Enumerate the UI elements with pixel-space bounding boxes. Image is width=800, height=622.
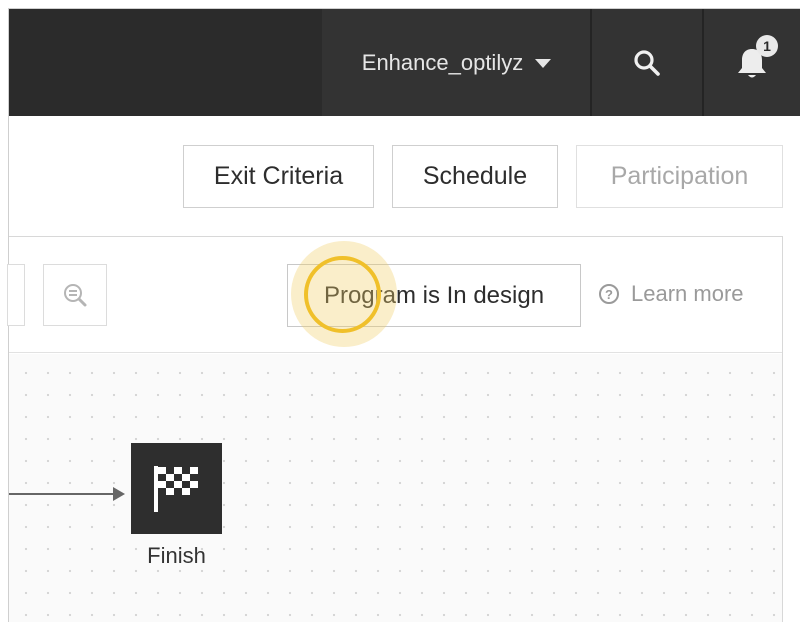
checkered-flag-icon [153,465,198,512]
account-name: Enhance_optilyz [361,49,524,75]
program-editor-panel: Program is In design ? Learn more Finish [7,236,783,622]
program-status-button[interactable]: Program is In design [287,264,581,327]
account-switcher[interactable]: Enhance_optilyz [322,9,591,116]
participation-button[interactable]: Participation [576,145,783,208]
finish-node[interactable] [131,443,222,534]
finish-node-label: Finish [147,543,206,568]
schedule-button[interactable]: Schedule [392,145,558,208]
caret-down-icon [535,59,552,68]
top-navigation-bar: Enhance_optilyz 1 [9,9,800,116]
notification-badge: 1 [756,35,778,57]
search-button[interactable] [592,9,702,116]
learn-more-label: Learn more [631,281,744,306]
program-canvas[interactable]: Finish [9,354,782,622]
flow-connector [9,493,119,495]
zoom-out-button[interactable] [43,264,107,326]
arrowhead-icon [113,487,125,501]
notifications-button[interactable]: 1 [704,9,800,116]
zoom-out-icon [64,284,87,307]
search-icon [634,49,660,76]
toolbar-button-partial[interactable] [7,264,25,326]
help-circle-icon: ? [599,284,619,304]
learn-more-link[interactable]: ? Learn more [599,281,744,307]
exit-criteria-button[interactable]: Exit Criteria [183,145,374,208]
editor-toolbar: Program is In design ? Learn more [7,237,782,353]
